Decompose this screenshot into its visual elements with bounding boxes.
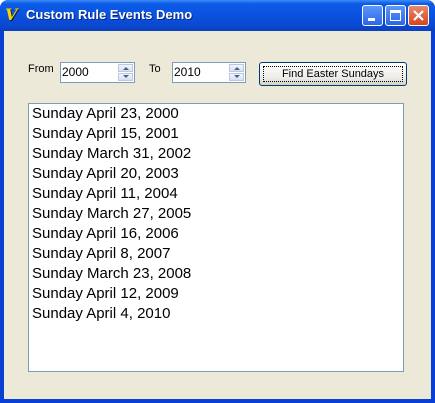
from-spin-up-button[interactable] — [118, 64, 133, 72]
to-label: To — [149, 63, 161, 75]
list-item[interactable]: Sunday April 11, 2004 — [29, 184, 403, 204]
to-spin-up-button[interactable] — [229, 64, 244, 72]
app-logo-icon[interactable]: V — [5, 6, 23, 24]
to-year-spinner[interactable] — [172, 62, 246, 83]
spin-up-icon — [123, 67, 129, 70]
spin-down-icon — [234, 75, 240, 78]
close-icon — [413, 10, 424, 21]
list-item[interactable]: Sunday April 12, 2009 — [29, 284, 403, 304]
find-easter-sundays-button[interactable]: Find Easter Sundays — [259, 62, 407, 86]
client-area: From To — [4, 31, 431, 399]
results-listbox[interactable]: Sunday April 23, 2000 Sunday April 15, 20… — [28, 103, 404, 372]
list-item[interactable]: Sunday April 23, 2000 — [29, 104, 403, 124]
list-item[interactable]: Sunday April 20, 2003 — [29, 164, 403, 184]
from-year-input[interactable] — [62, 65, 112, 79]
window-title: Custom Rule Events Demo — [26, 7, 193, 22]
list-item[interactable]: Sunday March 23, 2008 — [29, 264, 403, 284]
to-spin-down-button[interactable] — [229, 73, 244, 81]
spin-down-icon — [123, 75, 129, 78]
list-item[interactable]: Sunday April 16, 2006 — [29, 224, 403, 244]
list-item[interactable]: Sunday March 31, 2002 — [29, 144, 403, 164]
results-list: Sunday April 23, 2000 Sunday April 15, 20… — [29, 104, 403, 324]
to-year-input[interactable] — [174, 65, 224, 79]
from-label: From — [28, 63, 54, 75]
list-item[interactable]: Sunday April 4, 2010 — [29, 304, 403, 324]
maximize-button[interactable] — [385, 5, 406, 26]
list-item[interactable]: Sunday April 8, 2007 — [29, 244, 403, 264]
list-item[interactable]: Sunday March 27, 2005 — [29, 204, 403, 224]
title-bar[interactable]: V Custom Rule Events Demo — [0, 0, 435, 31]
minimize-icon — [368, 18, 375, 21]
spin-up-icon — [234, 67, 240, 70]
list-item[interactable]: Sunday April 15, 2001 — [29, 124, 403, 144]
minimize-button[interactable] — [362, 5, 383, 26]
from-year-spinner[interactable] — [60, 62, 135, 83]
to-spin-arrows — [229, 64, 244, 81]
maximize-icon — [390, 10, 401, 21]
from-spin-down-button[interactable] — [118, 73, 133, 81]
from-spin-arrows — [118, 64, 133, 81]
close-button[interactable] — [408, 5, 429, 26]
find-button-label: Find Easter Sundays — [281, 68, 385, 80]
app-window: V Custom Rule Events Demo From To — [0, 0, 435, 403]
